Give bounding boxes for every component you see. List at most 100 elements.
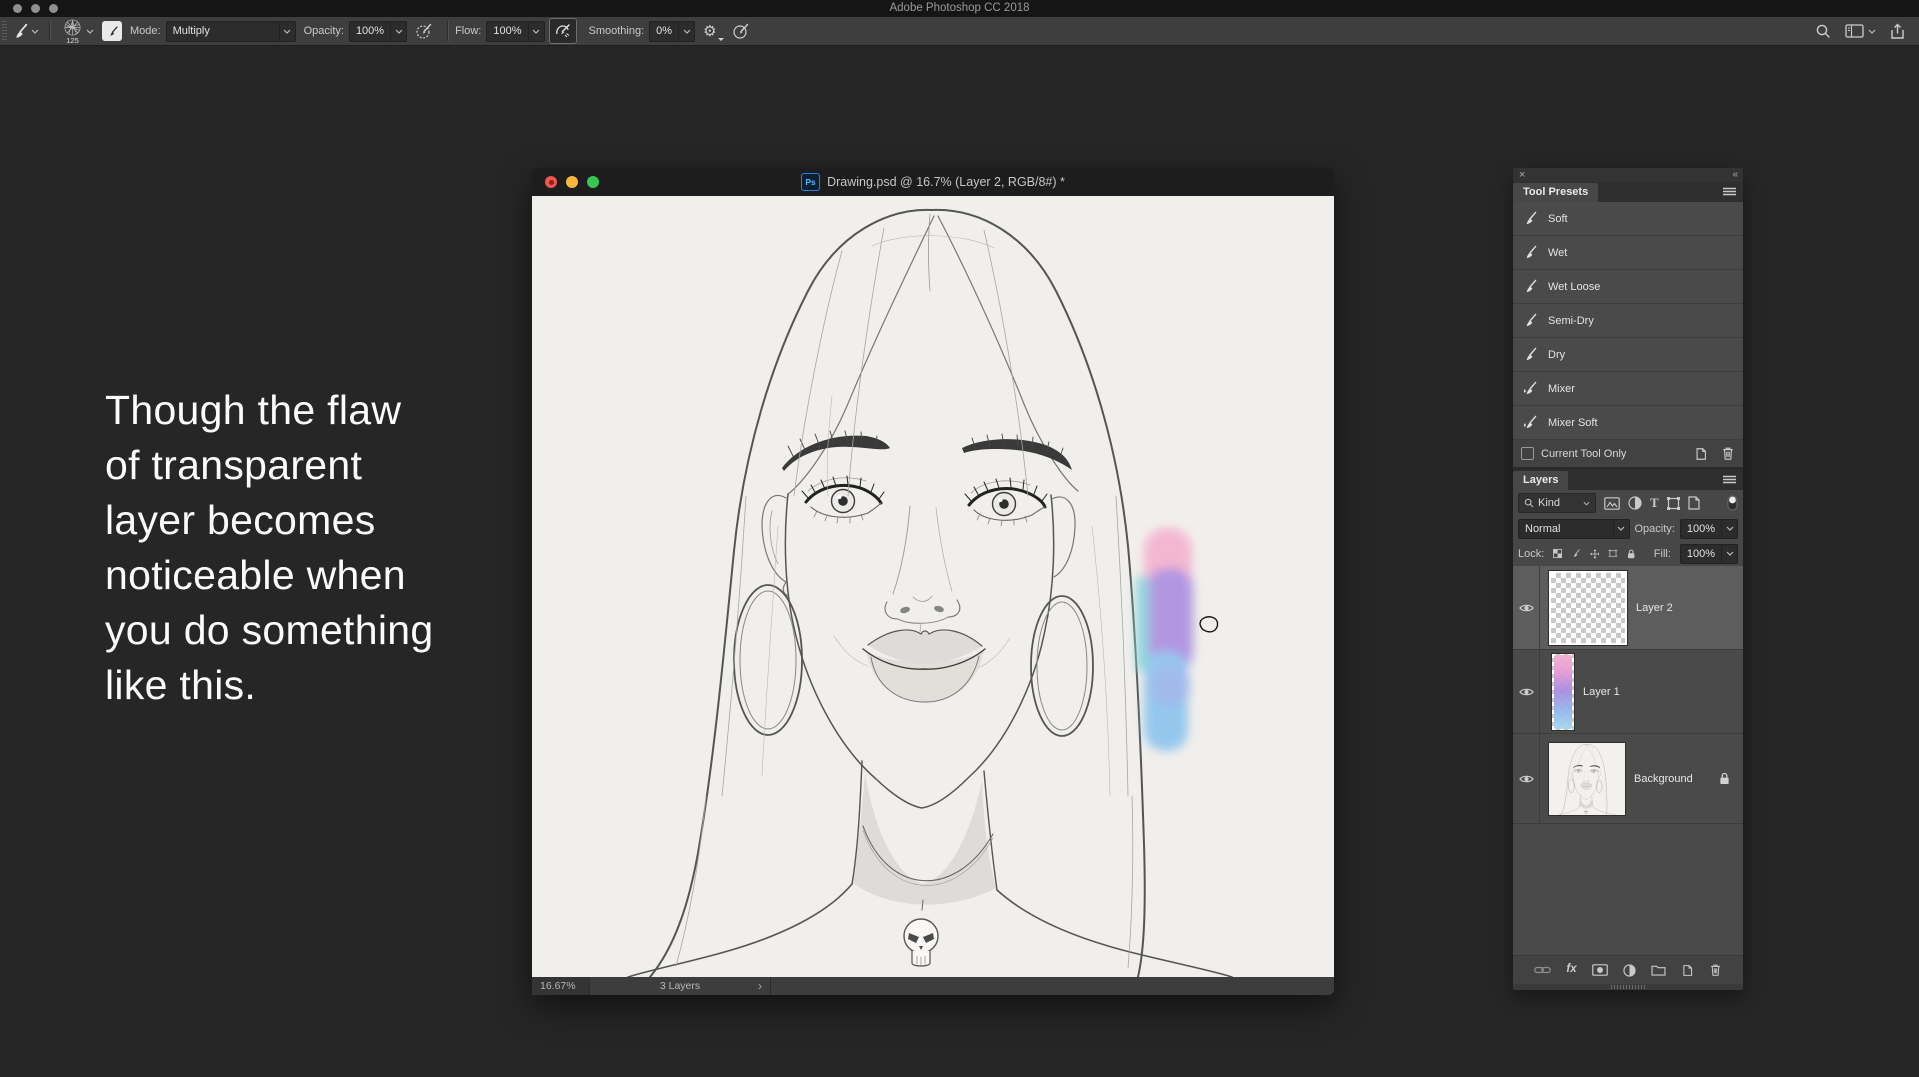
status-chevron-icon[interactable]: › — [758, 980, 762, 992]
panel-resize-handle[interactable] — [1513, 984, 1743, 990]
layer-thumbnail[interactable] — [1549, 743, 1625, 815]
layer-name: Layer 2 — [1636, 602, 1673, 614]
brush-preset-picker[interactable]: 125 — [63, 18, 82, 45]
divider — [49, 21, 51, 41]
chevron-down-icon — [1726, 526, 1734, 531]
tool-preset-item[interactable]: Wet — [1513, 236, 1743, 270]
tool-preset-item[interactable]: Soft — [1513, 202, 1743, 236]
lock-transparency-icon[interactable] — [1553, 547, 1562, 560]
layer-style-fx-icon[interactable]: fx — [1566, 964, 1576, 976]
lock-all-icon[interactable] — [1627, 547, 1635, 561]
tool-preset-item[interactable]: Wet Loose — [1513, 270, 1743, 304]
tool-presets-footer: Current Tool Only — [1513, 440, 1743, 467]
new-preset-icon[interactable] — [1694, 447, 1708, 461]
filter-type-layers-icon[interactable]: T — [1650, 495, 1659, 511]
chevron-down-icon — [532, 29, 540, 34]
layer-opacity-input[interactable]: 100% — [1680, 519, 1738, 539]
smoothing-input[interactable]: 0% — [649, 21, 695, 42]
brush-tool-button[interactable] — [7, 19, 43, 43]
filter-smart-objects-icon[interactable] — [1688, 496, 1700, 510]
layers-filter-row: Kind T — [1513, 490, 1743, 516]
brush-icon — [1522, 211, 1537, 226]
layers-empty-area — [1513, 824, 1743, 955]
tool-preset-label: Wet Loose — [1548, 281, 1600, 293]
layer-visibility-toggle[interactable] — [1513, 650, 1540, 733]
tab-layers[interactable]: Layers — [1513, 471, 1568, 490]
new-layer-icon[interactable] — [1681, 964, 1694, 977]
flow-label: Flow: — [455, 25, 481, 37]
layer-fill-value: 100% — [1681, 545, 1721, 563]
filter-shape-layers-icon[interactable] — [1667, 497, 1680, 510]
document-title-text: Drawing.psd @ 16.7% (Layer 2, RGB/8#) * — [827, 175, 1065, 189]
collapse-panels-icon[interactable]: « — [1732, 170, 1737, 180]
link-layers-icon[interactable] — [1534, 965, 1551, 975]
tool-preset-item[interactable]: Dry — [1513, 338, 1743, 372]
tool-preset-label: Soft — [1548, 213, 1568, 225]
document-title-bar[interactable]: Ps Drawing.psd @ 16.7% (Layer 2, RGB/8#)… — [532, 168, 1334, 196]
panel-menu-icon[interactable] — [1723, 475, 1736, 484]
eye-icon — [1519, 774, 1534, 784]
flow-input[interactable]: 100% — [486, 21, 544, 42]
tool-preset-item[interactable]: Mixer — [1513, 372, 1743, 406]
filter-pixel-layers-icon[interactable] — [1604, 497, 1620, 510]
chevron-down-icon — [31, 29, 39, 34]
layer-name: Layer 1 — [1583, 686, 1620, 698]
panel-menu-icon[interactable] — [1723, 187, 1736, 196]
layer-visibility-toggle[interactable] — [1513, 566, 1540, 649]
pressure-opacity-button[interactable] — [411, 19, 437, 43]
mode-label: Mode: — [130, 25, 161, 37]
filter-adjustment-layers-icon[interactable] — [1628, 496, 1642, 510]
airbrush-toggle-button[interactable] — [549, 18, 577, 44]
layer-thumbnail[interactable] — [1549, 571, 1627, 645]
delete-layer-icon[interactable] — [1709, 963, 1722, 977]
layer-opacity-label: Opacity: — [1635, 523, 1675, 535]
brush-icon — [1522, 279, 1537, 294]
layer-opacity-value: 100% — [1681, 520, 1721, 538]
layer-row-layer-1[interactable]: Layer 1 — [1513, 650, 1743, 734]
share-icon[interactable] — [1890, 23, 1905, 40]
layer-blend-mode-select[interactable]: Normal — [1518, 519, 1630, 539]
blend-mode-select[interactable]: Multiply — [166, 21, 296, 42]
smoothing-options-gear-icon[interactable]: ⚙ — [703, 24, 716, 39]
new-group-icon[interactable] — [1651, 964, 1666, 976]
tab-tool-presets[interactable]: Tool Presets — [1513, 183, 1598, 202]
chevron-down-icon — [1617, 526, 1625, 531]
trash-icon[interactable] — [1721, 446, 1735, 461]
layers-lock-row: Lock: Fill: 100% — [1513, 541, 1743, 566]
layer-lock-icon — [1719, 772, 1730, 785]
chevron-down-icon — [395, 29, 403, 34]
canvas[interactable] — [532, 196, 1334, 977]
search-icon[interactable] — [1815, 23, 1831, 39]
toggle-brush-settings-button[interactable] — [102, 21, 122, 41]
layer-row-layer-2[interactable]: Layer 2 — [1513, 566, 1743, 650]
layer-visibility-toggle[interactable] — [1513, 734, 1540, 823]
layers-blend-row: Normal Opacity: 100% — [1513, 516, 1743, 541]
opacity-input[interactable]: 100% — [349, 21, 407, 42]
layer-row-background[interactable]: Background — [1513, 734, 1743, 824]
filter-toggle-icon[interactable] — [1727, 495, 1738, 511]
zoom-level-value: 16.67% — [540, 980, 576, 992]
lock-position-icon[interactable] — [1590, 547, 1600, 561]
current-tool-only-checkbox[interactable] — [1521, 447, 1534, 460]
lock-paint-icon[interactable] — [1571, 547, 1580, 560]
tool-preset-item[interactable]: Mixer Soft — [1513, 406, 1743, 440]
tool-preset-label: Dry — [1548, 349, 1565, 361]
workspace-icon — [1845, 24, 1864, 38]
pressure-size-button[interactable] — [728, 19, 754, 43]
eye-icon — [1519, 603, 1534, 613]
layer-thumbnail[interactable] — [1552, 654, 1574, 730]
filter-kind-select[interactable]: Kind — [1518, 493, 1596, 513]
opacity-label: Opacity: — [304, 25, 344, 37]
status-info[interactable]: 3 Layers › — [590, 977, 771, 995]
close-panel-icon[interactable]: × — [1519, 170, 1525, 181]
tool-preset-item[interactable]: Semi-Dry — [1513, 304, 1743, 338]
lock-artboard-icon[interactable] — [1608, 547, 1618, 560]
adjustment-layer-icon[interactable] — [1623, 964, 1636, 977]
zoom-level-input[interactable]: 16.67% — [532, 977, 590, 995]
pressure-size-icon — [732, 22, 750, 40]
layer-mask-icon[interactable] — [1592, 964, 1608, 976]
chevron-down-icon[interactable] — [86, 29, 94, 34]
layer-fill-input[interactable]: 100% — [1680, 544, 1738, 564]
brush-icon — [11, 23, 28, 40]
workspace-switcher[interactable] — [1845, 24, 1876, 38]
